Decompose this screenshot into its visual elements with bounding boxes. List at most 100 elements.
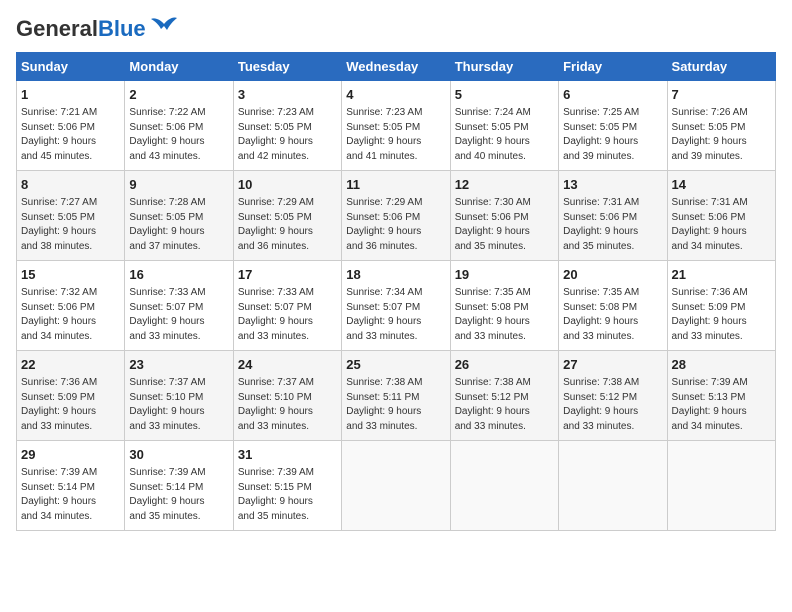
calendar-cell <box>450 441 558 531</box>
day-number: 13 <box>563 176 662 194</box>
calendar-cell: 1 Sunrise: 7:21 AMSunset: 5:06 PMDaylight… <box>17 81 125 171</box>
calendar-cell: 8Sunrise: 7:27 AMSunset: 5:05 PMDaylight… <box>17 171 125 261</box>
calendar-cell: 11 Sunrise: 7:29 AMSunset: 5:06 PMDayligh… <box>342 171 450 261</box>
day-info: Sunrise: 7:33 AMSunset: 5:07 PMDaylight:… <box>238 286 337 344</box>
calendar-week-row: 29 Sunrise: 7:39 AMSunset: 5:14 PMDayligh… <box>17 441 776 531</box>
calendar-cell: 16 Sunrise: 7:33 AMSunset: 5:07 PMDayligh… <box>125 261 233 351</box>
day-number: 24 <box>238 356 337 374</box>
day-info: Sunrise: 7:29 AMSunset: 5:05 PMDaylight:… <box>238 196 337 254</box>
calendar-cell: 20 Sunrise: 7:35 AMSunset: 5:08 PMDayligh… <box>559 261 667 351</box>
day-number: 30 <box>129 446 228 464</box>
day-number: 5 <box>455 86 554 104</box>
day-info: Sunrise: 7:39 AMSunset: 5:15 PMDaylight:… <box>238 466 337 524</box>
day-info: Sunrise: 7:25 AMSunset: 5:05 PMDaylight:… <box>563 106 662 164</box>
column-header-saturday: Saturday <box>667 53 775 81</box>
day-info: Sunrise: 7:35 AMSunset: 5:08 PMDaylight:… <box>455 286 554 344</box>
day-number: 4 <box>346 86 445 104</box>
calendar-cell: 5 Sunrise: 7:24 AMSunset: 5:05 PMDaylight… <box>450 81 558 171</box>
calendar-cell: 21 Sunrise: 7:36 AMSunset: 5:09 PMDayligh… <box>667 261 775 351</box>
calendar-cell: 30 Sunrise: 7:39 AMSunset: 5:14 PMDayligh… <box>125 441 233 531</box>
calendar-cell: 25Sunrise: 7:38 AMSunset: 5:11 PMDayligh… <box>342 351 450 441</box>
day-number: 19 <box>455 266 554 284</box>
calendar-cell: 19 Sunrise: 7:35 AMSunset: 5:08 PMDayligh… <box>450 261 558 351</box>
calendar-cell: 29 Sunrise: 7:39 AMSunset: 5:14 PMDayligh… <box>17 441 125 531</box>
day-info: Sunrise: 7:39 AMSunset: 5:13 PMDaylight:… <box>672 376 771 434</box>
day-number: 27 <box>563 356 662 374</box>
day-number: 1 <box>21 86 120 104</box>
day-number: 6 <box>563 86 662 104</box>
day-number: 22 <box>21 356 120 374</box>
day-info: Sunrise: 7:21 AMSunset: 5:06 PMDaylight:… <box>21 106 120 164</box>
day-number: 28 <box>672 356 771 374</box>
day-info: Sunrise: 7:39 AMSunset: 5:14 PMDaylight:… <box>21 466 120 524</box>
day-info: Sunrise: 7:36 AMSunset: 5:09 PMDaylight:… <box>21 376 120 434</box>
day-info: Sunrise: 7:37 AMSunset: 5:10 PMDaylight:… <box>129 376 228 434</box>
day-number: 14 <box>672 176 771 194</box>
logo: GeneralBlue <box>16 16 179 42</box>
column-header-monday: Monday <box>125 53 233 81</box>
calendar-cell: 17 Sunrise: 7:33 AMSunset: 5:07 PMDayligh… <box>233 261 341 351</box>
day-number: 2 <box>129 86 228 104</box>
day-number: 7 <box>672 86 771 104</box>
calendar-cell: 28 Sunrise: 7:39 AMSunset: 5:13 PMDayligh… <box>667 351 775 441</box>
day-number: 18 <box>346 266 445 284</box>
calendar-cell: 15 Sunrise: 7:32 AMSunset: 5:06 PMDayligh… <box>17 261 125 351</box>
calendar-cell: 27 Sunrise: 7:38 AMSunset: 5:12 PMDayligh… <box>559 351 667 441</box>
calendar-cell: 9Sunrise: 7:28 AMSunset: 5:05 PMDaylight… <box>125 171 233 261</box>
calendar-week-row: 15 Sunrise: 7:32 AMSunset: 5:06 PMDayligh… <box>17 261 776 351</box>
day-number: 3 <box>238 86 337 104</box>
column-header-thursday: Thursday <box>450 53 558 81</box>
day-number: 11 <box>346 176 445 194</box>
calendar-week-row: 1 Sunrise: 7:21 AMSunset: 5:06 PMDaylight… <box>17 81 776 171</box>
day-info: Sunrise: 7:32 AMSunset: 5:06 PMDaylight:… <box>21 286 120 344</box>
day-number: 17 <box>238 266 337 284</box>
day-number: 23 <box>129 356 228 374</box>
column-header-wednesday: Wednesday <box>342 53 450 81</box>
day-number: 25 <box>346 356 445 374</box>
calendar-cell: 7Sunrise: 7:26 AMSunset: 5:05 PMDaylight… <box>667 81 775 171</box>
day-info: Sunrise: 7:36 AMSunset: 5:09 PMDaylight:… <box>672 286 771 344</box>
calendar-table: SundayMondayTuesdayWednesdayThursdayFrid… <box>16 52 776 531</box>
logo-text: GeneralBlue <box>16 16 146 42</box>
calendar-cell: 6 Sunrise: 7:25 AMSunset: 5:05 PMDaylight… <box>559 81 667 171</box>
logo-bird-icon <box>149 16 179 38</box>
day-number: 20 <box>563 266 662 284</box>
calendar-cell: 24 Sunrise: 7:37 AMSunset: 5:10 PMDayligh… <box>233 351 341 441</box>
day-info: Sunrise: 7:22 AMSunset: 5:06 PMDaylight:… <box>129 106 228 164</box>
calendar-week-row: 22 Sunrise: 7:36 AMSunset: 5:09 PMDayligh… <box>17 351 776 441</box>
calendar-cell: 4 Sunrise: 7:23 AMSunset: 5:05 PMDaylight… <box>342 81 450 171</box>
day-number: 21 <box>672 266 771 284</box>
calendar-cell: 14 Sunrise: 7:31 AMSunset: 5:06 PMDayligh… <box>667 171 775 261</box>
calendar-cell <box>559 441 667 531</box>
day-info: Sunrise: 7:33 AMSunset: 5:07 PMDaylight:… <box>129 286 228 344</box>
day-info: Sunrise: 7:37 AMSunset: 5:10 PMDaylight:… <box>238 376 337 434</box>
calendar-cell: 18 Sunrise: 7:34 AMSunset: 5:07 PMDayligh… <box>342 261 450 351</box>
calendar-cell: 23 Sunrise: 7:37 AMSunset: 5:10 PMDayligh… <box>125 351 233 441</box>
column-header-friday: Friday <box>559 53 667 81</box>
day-number: 16 <box>129 266 228 284</box>
day-number: 8 <box>21 176 120 194</box>
day-number: 10 <box>238 176 337 194</box>
day-number: 26 <box>455 356 554 374</box>
day-info: Sunrise: 7:29 AMSunset: 5:06 PMDaylight:… <box>346 196 445 254</box>
day-info: Sunrise: 7:30 AMSunset: 5:06 PMDaylight:… <box>455 196 554 254</box>
calendar-cell: 31 Sunrise: 7:39 AMSunset: 5:15 PMDayligh… <box>233 441 341 531</box>
day-info: Sunrise: 7:31 AMSunset: 5:06 PMDaylight:… <box>672 196 771 254</box>
day-info: Sunrise: 7:35 AMSunset: 5:08 PMDaylight:… <box>563 286 662 344</box>
day-number: 12 <box>455 176 554 194</box>
day-info: Sunrise: 7:39 AMSunset: 5:14 PMDaylight:… <box>129 466 228 524</box>
day-info: Sunrise: 7:34 AMSunset: 5:07 PMDaylight:… <box>346 286 445 344</box>
day-info: Sunrise: 7:23 AMSunset: 5:05 PMDaylight:… <box>238 106 337 164</box>
calendar-cell: 22 Sunrise: 7:36 AMSunset: 5:09 PMDayligh… <box>17 351 125 441</box>
day-number: 29 <box>21 446 120 464</box>
column-header-sunday: Sunday <box>17 53 125 81</box>
day-number: 15 <box>21 266 120 284</box>
day-info: Sunrise: 7:24 AMSunset: 5:05 PMDaylight:… <box>455 106 554 164</box>
day-number: 31 <box>238 446 337 464</box>
column-header-tuesday: Tuesday <box>233 53 341 81</box>
calendar-cell <box>342 441 450 531</box>
calendar-cell: 3 Sunrise: 7:23 AMSunset: 5:05 PMDaylight… <box>233 81 341 171</box>
day-info: Sunrise: 7:23 AMSunset: 5:05 PMDaylight:… <box>346 106 445 164</box>
day-info: Sunrise: 7:38 AMSunset: 5:12 PMDaylight:… <box>563 376 662 434</box>
calendar-cell <box>667 441 775 531</box>
